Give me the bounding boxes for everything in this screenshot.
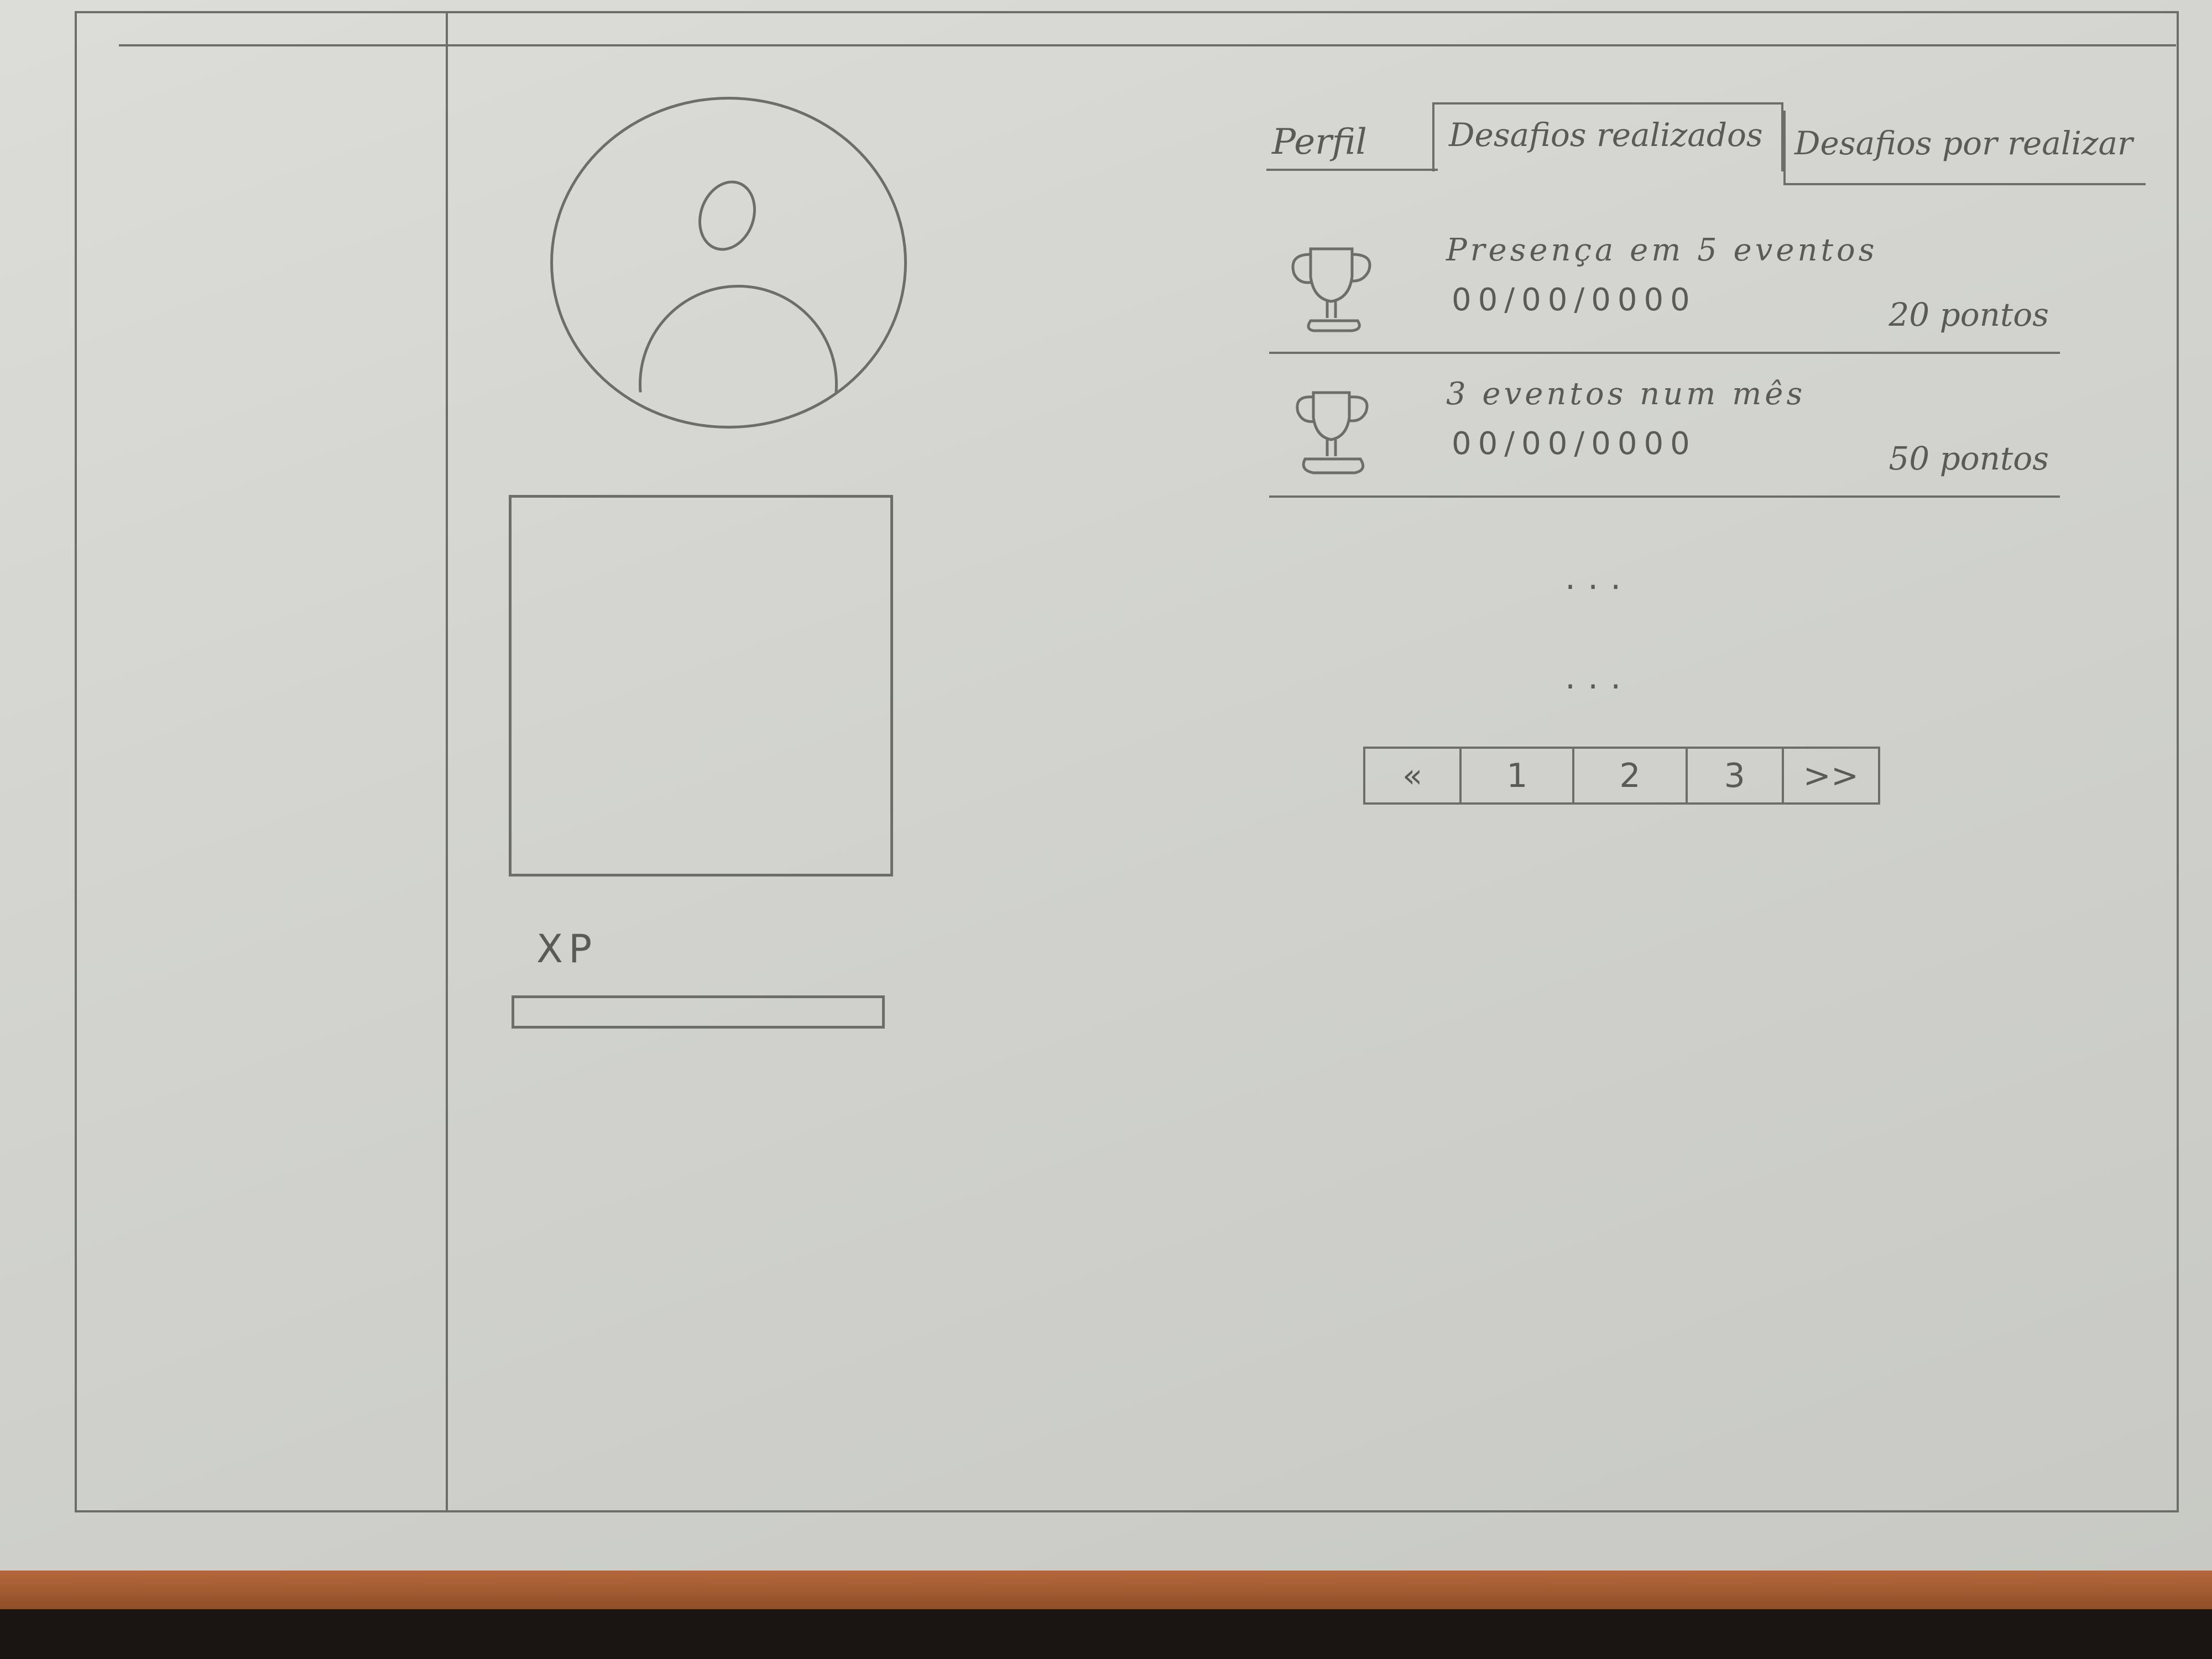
tab-perfil[interactable]: Perfil xyxy=(1272,122,1367,163)
challenge-item[interactable]: 3 eventos num mês 00/00/0000 50 pontos xyxy=(1269,365,2060,498)
challenge-title: Presença em 5 eventos xyxy=(1446,232,1878,268)
more-indicator: ... xyxy=(1565,559,1634,597)
table-edge xyxy=(0,1571,2212,1609)
profile-image-placeholder xyxy=(509,495,893,877)
paper-sheet: XP Perfil Desafios realizados Desafios p… xyxy=(0,0,2212,1571)
pagination-page-3[interactable]: 3 xyxy=(1688,749,1784,802)
challenge-date: 00/00/0000 xyxy=(1452,426,1697,462)
pagination-page-2[interactable]: 2 xyxy=(1574,749,1688,802)
tab-desafios-por-realizar[interactable]: Desafios por realizar xyxy=(1794,124,2133,162)
challenge-date: 00/00/0000 xyxy=(1452,282,1697,318)
pagination-prev-button[interactable]: « xyxy=(1365,749,1462,802)
profile-avatar[interactable] xyxy=(550,97,907,429)
challenge-points: 20 pontos xyxy=(1888,296,2049,333)
xp-label: XP xyxy=(536,926,598,972)
pagination-page-1[interactable]: 1 xyxy=(1462,749,1575,802)
trophy-icon xyxy=(1291,247,1371,332)
tab-bar: Perfil Desafios realizados Desafios por … xyxy=(1261,102,2146,191)
challenge-item[interactable]: Presença em 5 eventos 00/00/0000 20 pont… xyxy=(1269,221,2060,354)
challenge-title: 3 eventos num mês xyxy=(1446,376,1806,412)
trophy-icon xyxy=(1296,391,1369,474)
xp-progress-bar xyxy=(512,995,885,1029)
challenge-points: 50 pontos xyxy=(1888,440,2049,477)
left-sidebar xyxy=(75,11,448,1512)
tab-desafios-realizados[interactable]: Desafios realizados xyxy=(1449,116,1763,154)
pagination: « 1 2 3 >> xyxy=(1363,747,1880,805)
more-indicator: ... xyxy=(1565,658,1634,697)
pagination-next-button[interactable]: >> xyxy=(1784,749,1878,802)
avatar-head-icon xyxy=(688,172,766,259)
tab-perfil-underline xyxy=(1266,169,1438,171)
